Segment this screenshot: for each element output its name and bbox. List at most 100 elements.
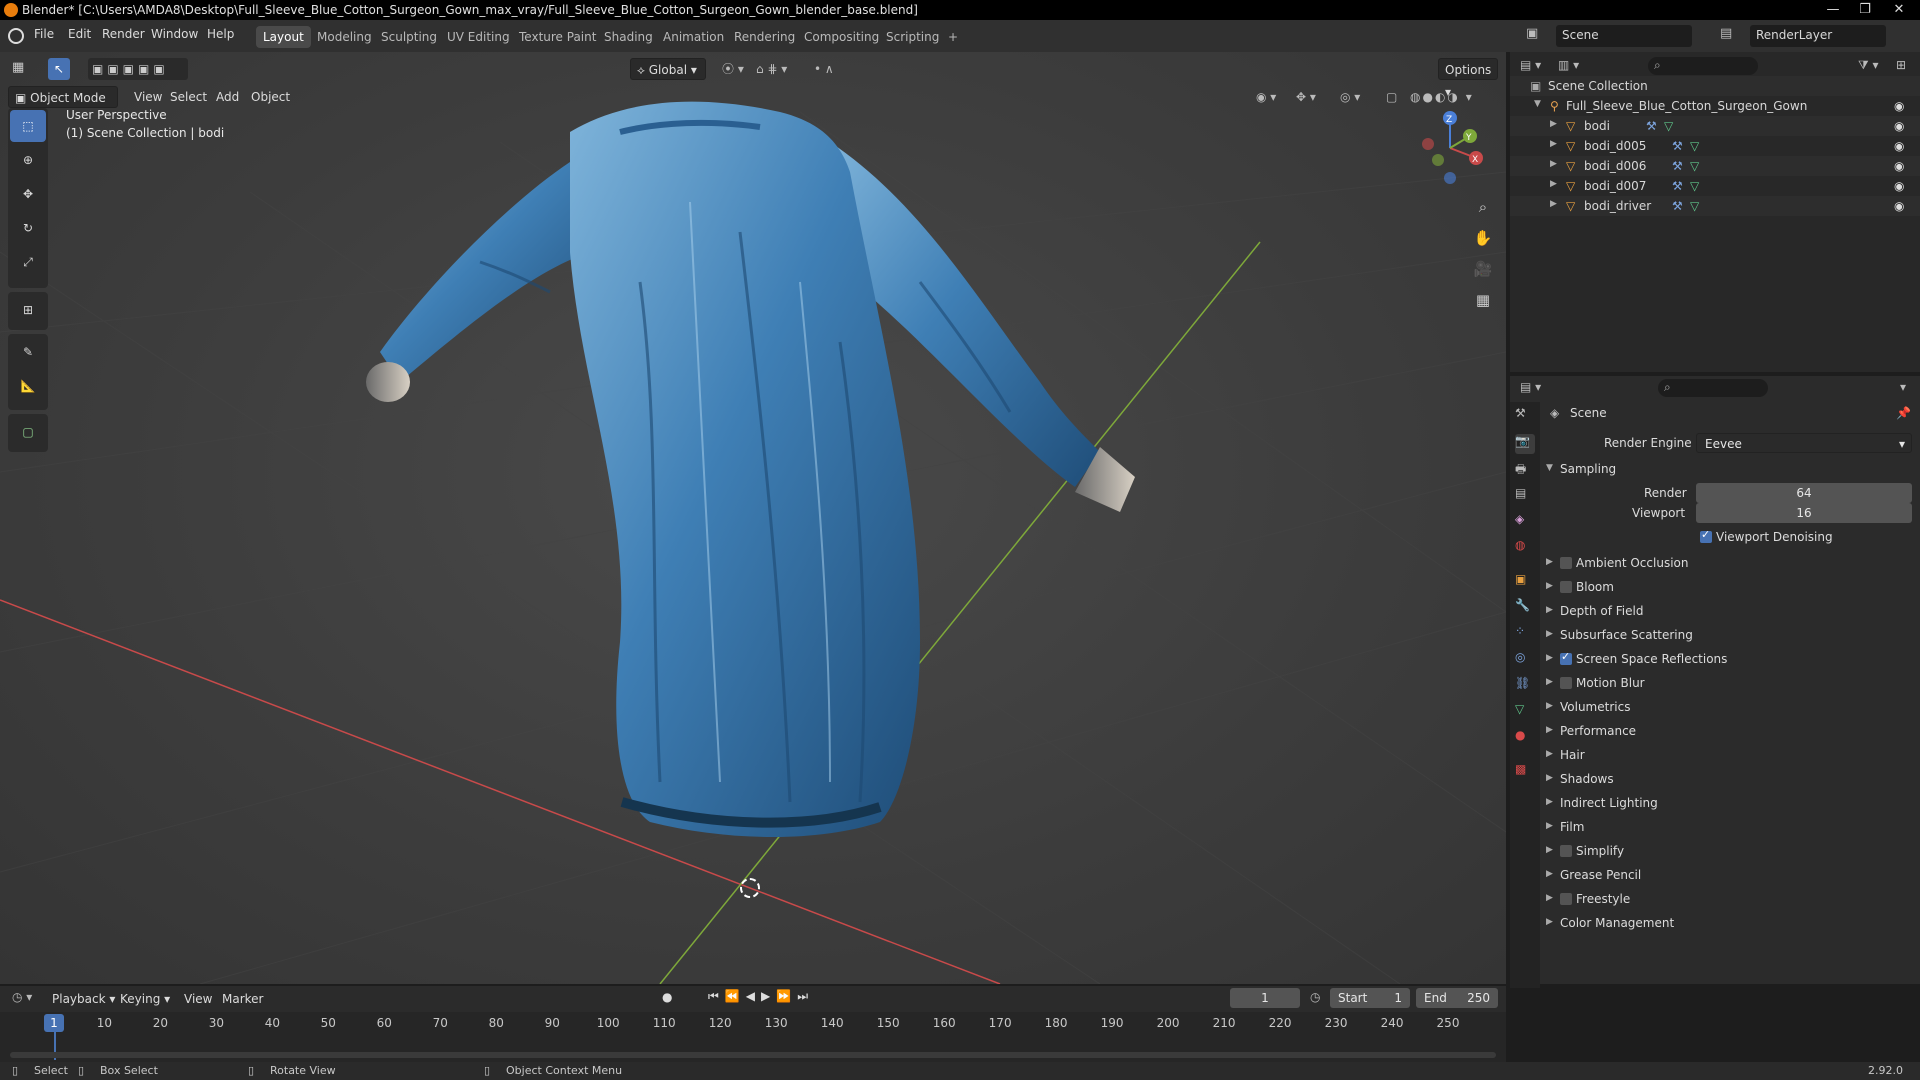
panel-color-management[interactable]: ▶ Color Management (1546, 912, 1916, 934)
panel-enable-checkbox[interactable] (1560, 845, 1572, 857)
transform-orientation-dropdown[interactable]: ⟡ Global ▾ (630, 58, 706, 80)
transform-tool-icon[interactable]: ⊞ (10, 294, 46, 326)
tab-compositing[interactable]: Compositing (797, 26, 886, 48)
xray-icon[interactable]: ▢ (1380, 86, 1403, 108)
viewport-menu-view[interactable]: View (128, 86, 168, 108)
scale-tool-icon[interactable]: ⤢ (10, 246, 46, 278)
viewport-menu-object[interactable]: Object (245, 86, 296, 108)
tool-tab-icon[interactable]: ⚒ (1515, 406, 1535, 426)
scene-tab-icon[interactable]: ◈ (1515, 512, 1535, 532)
viewport-3d[interactable]: ▦ ↖ ▣▣▣▣▣ ⟡ Global ▾ ⦿ ▾ ⌂ ⋕ ▾ • ∧ Optio… (0, 52, 1506, 984)
properties-editor-icon[interactable]: ▤ ▾ (1520, 380, 1541, 394)
panel-screen-space-reflections[interactable]: ▶ Screen Space Reflections (1546, 648, 1916, 670)
visibility-eye-icon[interactable]: ◉ (1894, 99, 1904, 113)
render-tab-icon[interactable]: 📷 (1515, 434, 1535, 454)
menu-render[interactable]: Render (102, 27, 145, 41)
tab-layout[interactable]: Layout (256, 26, 311, 48)
panel-performance[interactable]: ▶ Performance (1546, 720, 1916, 742)
tab-animation[interactable]: Animation (656, 26, 731, 48)
menu-edit[interactable]: Edit (68, 27, 91, 41)
panel-simplify[interactable]: ▶ Simplify (1546, 840, 1916, 862)
proportional-editing-icon[interactable]: • ∧ (808, 58, 840, 80)
move-tool-icon[interactable]: ✥ (10, 178, 46, 210)
visibility-eye-icon[interactable]: ◉ (1894, 119, 1904, 133)
outliner-row-object[interactable]: ▶ ▽ bodi_d007 ⚒ ▽ ◉ (1510, 176, 1920, 196)
panel-grease-pencil[interactable]: ▶ Grease Pencil (1546, 864, 1916, 886)
object-tab-icon[interactable]: ▣ (1515, 572, 1535, 592)
texture-tab-icon[interactable]: ▩ (1515, 762, 1535, 782)
data-tab-icon[interactable]: ▽ (1515, 702, 1535, 722)
menu-file[interactable]: File (34, 27, 54, 41)
collapse-arrow-icon[interactable]: ▼ (1534, 99, 1541, 109)
viewport-menu-add[interactable]: Add (210, 86, 245, 108)
minimize-button[interactable]: — (1818, 0, 1848, 20)
world-tab-icon[interactable]: ◍ (1515, 538, 1535, 558)
expand-arrow-icon[interactable]: ▶ (1550, 139, 1557, 149)
overlays-icon[interactable]: ◎ ▾ (1334, 86, 1366, 108)
options-dropdown[interactable]: Options ▾ (1438, 58, 1498, 99)
constraints-tab-icon[interactable]: ⛓ (1515, 676, 1535, 696)
shading-mode-icons[interactable]: ◍●◐◑ ▾ (1404, 86, 1480, 108)
rotate-tool-icon[interactable]: ↻ (10, 212, 46, 244)
panel-volumetrics[interactable]: ▶ Volumetrics (1546, 696, 1916, 718)
sampling-render-field[interactable]: 64 (1696, 483, 1912, 503)
visibility-icon[interactable]: ◉ ▾ (1250, 86, 1282, 108)
outliner-row-scene-collection[interactable]: ▣ Scene Collection (1510, 76, 1920, 96)
outliner-row-object[interactable]: ▶ ▽ bodi_driver ⚒ ▽ ◉ (1510, 196, 1920, 216)
measure-tool-icon[interactable]: 📐 (10, 370, 46, 402)
view-layer-tab-icon[interactable]: ▤ (1515, 486, 1535, 506)
panel-enable-checkbox[interactable] (1560, 677, 1572, 689)
panel-hair[interactable]: ▶ Hair (1546, 744, 1916, 766)
outliner-row-object[interactable]: ▶ ▽ bodi_d005 ⚒ ▽ ◉ (1510, 136, 1920, 156)
physics-tab-icon[interactable]: ◎ (1515, 650, 1535, 670)
pin-icon[interactable]: 📌 (1896, 406, 1911, 420)
output-tab-icon[interactable]: 🖶 (1515, 460, 1535, 480)
material-tab-icon[interactable]: ● (1515, 728, 1535, 748)
expand-arrow-icon[interactable]: ▶ (1550, 119, 1557, 129)
outliner-row-object[interactable]: ▶ ▽ bodi_d006 ⚒ ▽ ◉ (1510, 156, 1920, 176)
sampling-panel-header[interactable]: ▼ Sampling (1546, 458, 1916, 480)
panel-indirect-lighting[interactable]: ▶ Indirect Lighting (1546, 792, 1916, 814)
gizmo-toggle-icon[interactable]: ✥ ▾ (1290, 86, 1322, 108)
visibility-eye-icon[interactable]: ◉ (1894, 179, 1904, 193)
blender-menu-icon[interactable] (8, 28, 24, 44)
tab-uv-editing[interactable]: UV Editing (440, 26, 517, 48)
zoom-icon[interactable]: ⌕ (1470, 192, 1496, 223)
panel-subsurface-scattering[interactable]: ▶ Subsurface Scattering (1546, 624, 1916, 646)
expand-arrow-icon[interactable]: ▶ (1550, 179, 1557, 189)
panel-enable-checkbox[interactable] (1560, 557, 1572, 569)
expand-arrow-icon[interactable]: ▶ (1550, 159, 1557, 169)
visibility-eye-icon[interactable]: ◉ (1894, 199, 1904, 213)
view-layer-selector[interactable]: RenderLayer (1750, 25, 1886, 47)
add-cube-tool-icon[interactable]: ▢ (10, 416, 46, 448)
tab-texture-paint[interactable]: Texture Paint (512, 26, 603, 48)
outliner-search-input[interactable]: ⌕ (1648, 57, 1758, 75)
viewport-denoising-checkbox[interactable] (1700, 528, 1712, 543)
pan-hand-icon[interactable]: ✋ (1470, 223, 1496, 254)
annotate-tool-icon[interactable]: ✎ (10, 336, 46, 368)
navigation-gizmo[interactable]: Z X Y (1410, 108, 1490, 188)
panel-options-icon[interactable]: ▾ (1900, 380, 1906, 394)
camera-view-icon[interactable]: 🎥 (1470, 254, 1496, 285)
outliner-row-collection[interactable]: ▼ ⚲ Full_Sleeve_Blue_Cotton_Surgeon_Gown… (1510, 96, 1920, 116)
tab-shading[interactable]: Shading (597, 26, 660, 48)
add-workspace-button[interactable]: + (941, 26, 965, 48)
tab-scripting[interactable]: Scripting (879, 26, 946, 48)
sampling-viewport-field[interactable]: 16 (1696, 503, 1912, 523)
tab-rendering[interactable]: Rendering (727, 26, 802, 48)
panel-enable-checkbox[interactable] (1560, 650, 1572, 665)
tab-sculpting[interactable]: Sculpting (374, 26, 444, 48)
display-mode-icon[interactable]: ▥ ▾ (1558, 58, 1579, 72)
editor-type-icon[interactable]: ▦ (12, 60, 40, 80)
timeline-scrollbar[interactable] (10, 1052, 1496, 1058)
expand-arrow-icon[interactable]: ▶ (1550, 199, 1557, 209)
panel-enable-checkbox[interactable] (1560, 581, 1572, 593)
selection-mode-icons[interactable]: ▣▣▣▣▣ (88, 58, 188, 80)
properties-search-input[interactable]: ⌕ (1658, 379, 1768, 397)
3d-cursor-icon[interactable] (740, 878, 760, 898)
panel-bloom[interactable]: ▶ Bloom (1546, 576, 1916, 598)
panel-enable-checkbox[interactable] (1560, 893, 1572, 905)
cursor-tool-icon[interactable]: ⊕ (10, 144, 46, 176)
pivot-point-icon[interactable]: ⦿ ▾ (716, 58, 750, 80)
render-engine-dropdown[interactable]: Eevee ▾ (1696, 433, 1912, 453)
